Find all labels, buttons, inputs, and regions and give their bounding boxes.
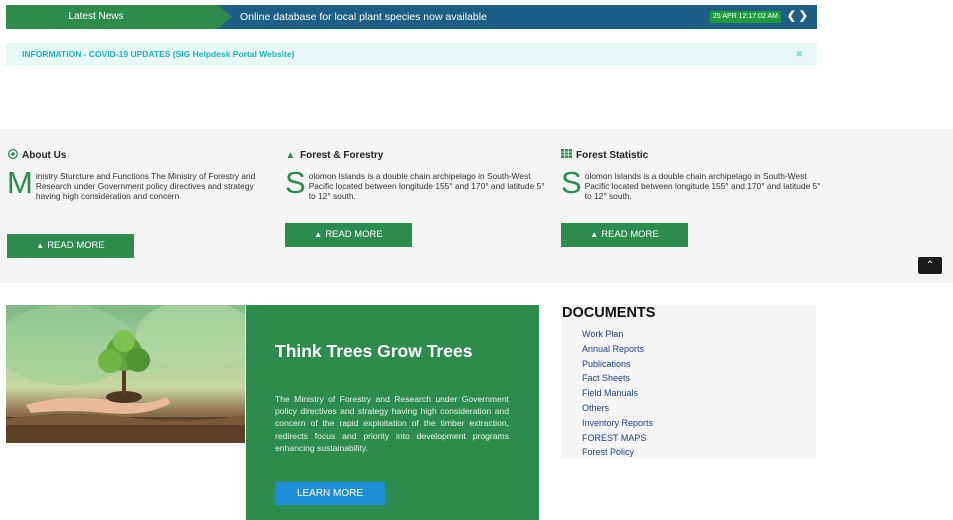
documents-panel: DOCUMENTS Work Plan Annual Reports Publi… (561, 305, 816, 459)
document-link[interactable]: Field Manuals (582, 386, 653, 401)
document-link[interactable]: Forest Policy (582, 445, 653, 460)
dropcap: M (7, 165, 33, 200)
dropcap: S (561, 165, 582, 200)
eye-icon (7, 148, 18, 164)
forest-column: ▲ Forest & Forestry Solomon Islands is a… (285, 149, 547, 202)
close-icon[interactable]: ✖ (795, 43, 803, 66)
chevron-up-icon: ⌃ (925, 260, 935, 271)
think-trees-card: Think Trees Grow Trees The Ministry of F… (246, 305, 539, 520)
statistic-text: Solomon Islands is a double chain archip… (561, 165, 821, 202)
about-us-text: Ministry Sturcture and Functions The Min… (7, 165, 256, 202)
document-link[interactable]: FOREST MAPS (582, 431, 653, 446)
news-timestamp: 25 APR 12:17:02 AM (710, 11, 781, 23)
chevron-left-icon[interactable]: ❮ (787, 7, 796, 25)
covid-info-alert: INFORMATION - COVID-19 UPDATES (SIG Help… (6, 43, 817, 66)
document-link[interactable]: Fact Sheets (582, 371, 653, 386)
about-us-column: About Us Ministry Sturcture and Function… (7, 148, 269, 202)
card-title: Think Trees Grow Trees (275, 341, 473, 361)
learn-more-button[interactable]: LEARN MORE (275, 482, 385, 505)
forest-read-more-button[interactable]: ▲ READ MORE (285, 223, 412, 247)
document-link[interactable]: Annual Reports (582, 342, 653, 357)
alert-link[interactable]: INFORMATION - COVID-19 UPDATES (SIG Help… (22, 43, 295, 66)
tree-icon: ▲ (314, 230, 323, 239)
tree-icon: ▲ (36, 241, 45, 250)
document-link[interactable]: Work Plan (582, 327, 653, 342)
document-link[interactable]: Inventory Reports (582, 416, 653, 431)
documents-heading: DOCUMENTS (562, 305, 656, 321)
forest-heading: ▲ Forest & Forestry (285, 150, 384, 161)
about-read-more-button[interactable]: ▲ READ MORE (7, 234, 134, 258)
card-text: The Ministry of Forestry and Research un… (275, 394, 509, 453)
table-icon (561, 149, 572, 163)
news-ticker: Latest News Online database for local pl… (6, 5, 817, 29)
document-link[interactable]: Others (582, 401, 653, 416)
statistic-heading: Forest Statistic (561, 149, 823, 163)
chevron-right-icon[interactable]: ❯ (799, 7, 808, 25)
info-section: About Us Ministry Sturcture and Function… (0, 129, 953, 283)
dropcap: S (285, 165, 306, 200)
about-us-heading: About Us (7, 148, 269, 164)
document-link[interactable]: Publications (582, 357, 653, 372)
forest-text: Solomon Islands is a double chain archip… (285, 165, 545, 202)
tree-in-hands-image (6, 305, 245, 443)
tree-icon: ▲ (285, 150, 296, 161)
latest-news-label: Latest News (6, 5, 232, 29)
statistic-column: Forest Statistic Solomon Islands is a do… (561, 149, 823, 202)
scroll-to-top-button[interactable]: ⌃ (918, 257, 942, 274)
statistic-read-more-button[interactable]: ▲ READ MORE (561, 223, 688, 247)
tree-icon: ▲ (590, 230, 599, 239)
documents-list: Work Plan Annual Reports Publications Fa… (582, 327, 653, 460)
news-headline[interactable]: Online database for local plant species … (240, 5, 487, 29)
